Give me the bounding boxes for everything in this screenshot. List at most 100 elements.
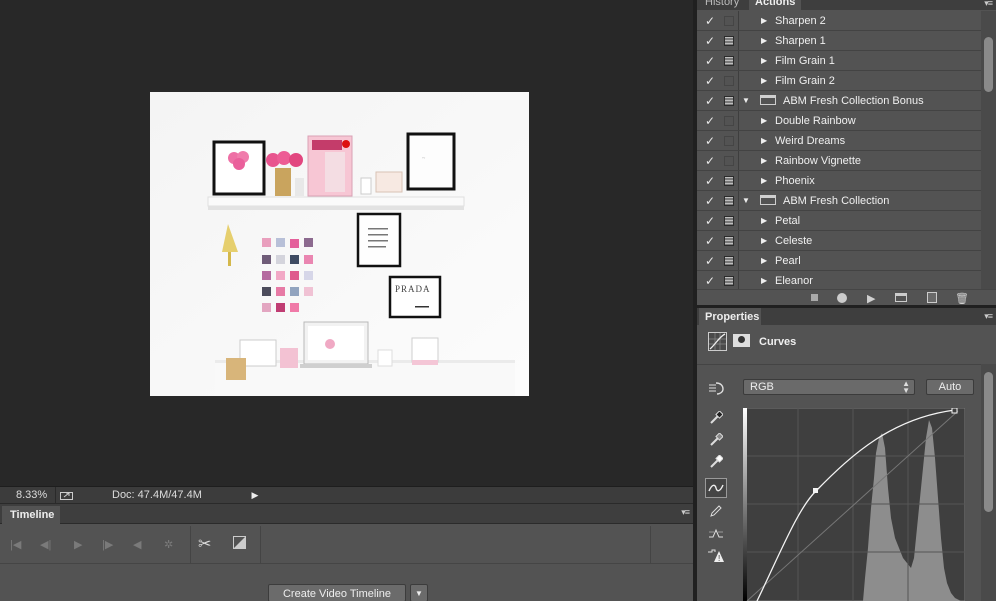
action-name-cell[interactable]: ▼ ABM Fresh Collection Bonus	[738, 91, 977, 110]
toggle-check-icon[interactable]: ✓	[705, 194, 715, 208]
action-row[interactable]: ✓ ▶ Rainbow Vignette	[697, 151, 981, 171]
new-action-icon[interactable]	[927, 292, 937, 303]
tab-timeline[interactable]: Timeline	[2, 506, 60, 524]
collapse-triangle-icon[interactable]: ▶	[761, 236, 767, 245]
curves-adjustment-icon[interactable]	[708, 332, 727, 351]
action-name-cell[interactable]: ▶ Rainbow Vignette	[738, 151, 977, 170]
transition-icon[interactable]	[233, 536, 246, 552]
panel-menu-icon[interactable]: ▾≡	[984, 0, 993, 9]
toggle-check-icon[interactable]: ✓	[705, 74, 715, 88]
layer-mask-icon[interactable]	[733, 334, 750, 347]
timeline-type-dropdown-icon[interactable]: ▼	[410, 584, 428, 601]
zoom-level[interactable]: 8.33%	[0, 486, 56, 504]
toggle-check-icon[interactable]: ✓	[705, 254, 715, 268]
toggle-check-icon[interactable]: ✓	[705, 34, 715, 48]
record-icon[interactable]	[837, 293, 847, 303]
collapse-triangle-icon[interactable]: ▶	[761, 176, 767, 185]
next-frame-icon[interactable]: |▶	[102, 538, 113, 551]
go-first-frame-icon[interactable]: |◀	[10, 538, 21, 551]
dialog-toggle-icon[interactable]	[724, 36, 734, 46]
collapse-triangle-icon[interactable]: ▶	[761, 36, 767, 45]
dialog-toggle-icon[interactable]	[724, 256, 734, 266]
scroll-thumb[interactable]	[984, 37, 993, 92]
action-name-cell[interactable]: ▶ Phoenix	[738, 171, 977, 190]
tab-actions[interactable]: Actions	[749, 0, 802, 10]
action-name-cell[interactable]: ▶ Film Grain 2	[738, 71, 977, 90]
action-name-cell[interactable]: ▶ Petal	[738, 211, 977, 230]
pencil-icon[interactable]	[705, 501, 727, 521]
play-icon[interactable]: ▶	[867, 292, 875, 305]
toggle-check-icon[interactable]: ✓	[705, 14, 715, 28]
toggle-check-icon[interactable]: ✓	[705, 154, 715, 168]
new-set-icon[interactable]	[895, 293, 907, 302]
dialog-toggle-icon[interactable]	[724, 276, 734, 286]
dialog-toggle-icon[interactable]	[724, 136, 734, 146]
dialog-toggle-icon[interactable]	[724, 56, 734, 66]
create-video-timeline-button[interactable]: Create Video Timeline	[268, 584, 406, 601]
gray-point-eyedropper-icon[interactable]	[705, 430, 727, 450]
trash-icon[interactable]: 🗑	[955, 292, 969, 305]
action-row[interactable]: ✓ ▶ Sharpen 1	[697, 31, 981, 51]
action-row[interactable]: ✓ ▶ Film Grain 1	[697, 51, 981, 71]
previous-frame-icon[interactable]: ◀|	[40, 538, 51, 551]
action-row[interactable]: ✓ ▶ Weird Dreams	[697, 131, 981, 151]
toggle-check-icon[interactable]: ✓	[705, 134, 715, 148]
play-icon[interactable]: ▶	[74, 538, 82, 551]
dialog-toggle-icon[interactable]	[724, 196, 734, 206]
stop-icon[interactable]	[811, 294, 818, 301]
action-name-cell[interactable]: ▶ Weird Dreams	[738, 131, 977, 150]
action-row[interactable]: ✓ ▶ Celeste	[697, 231, 981, 251]
smooth-icon[interactable]	[705, 523, 727, 543]
action-name-cell[interactable]: ▶ Eleanor	[738, 271, 977, 290]
action-name-cell[interactable]: ▶ Sharpen 1	[738, 31, 977, 50]
action-row[interactable]: ✓ ▶ Phoenix	[697, 171, 981, 191]
action-set-row[interactable]: ✓ ▼ ABM Fresh Collection	[697, 191, 981, 211]
dialog-toggle-icon[interactable]	[724, 156, 734, 166]
action-name-cell[interactable]: ▶ Sharpen 2	[738, 11, 977, 30]
curves-graph[interactable]	[743, 408, 965, 601]
audio-icon[interactable]: ◀	[133, 538, 141, 551]
collapse-triangle-icon[interactable]: ▶	[761, 256, 767, 265]
collapse-triangle-icon[interactable]: ▶	[761, 116, 767, 125]
action-row[interactable]: ✓ ▶ Petal	[697, 211, 981, 231]
collapse-triangle-icon[interactable]: ▶	[761, 136, 767, 145]
clipping-warning-icon[interactable]: !	[705, 546, 727, 566]
action-name-cell[interactable]: ▶ Double Rainbow	[738, 111, 977, 130]
share-icon[interactable]	[56, 487, 76, 504]
collapse-triangle-icon[interactable]: ▶	[761, 156, 767, 165]
collapse-triangle-icon[interactable]: ▶	[761, 76, 767, 85]
white-point-eyedropper-icon[interactable]	[705, 452, 727, 472]
collapse-triangle-icon[interactable]: ▶	[761, 276, 767, 285]
action-row[interactable]: ✓ ▶ Sharpen 2	[697, 11, 981, 31]
expand-triangle-icon[interactable]: ▼	[742, 196, 750, 205]
dialog-toggle-icon[interactable]	[724, 16, 734, 26]
collapse-triangle-icon[interactable]: ▶	[761, 16, 767, 25]
action-name-cell[interactable]: ▶ Celeste	[738, 231, 977, 250]
toggle-check-icon[interactable]: ✓	[705, 114, 715, 128]
toggle-check-icon[interactable]: ✓	[705, 174, 715, 188]
dialog-toggle-icon[interactable]	[724, 116, 734, 126]
panel-menu-icon[interactable]: ▾≡	[984, 311, 993, 322]
channel-select[interactable]: RGB ▲ ▼	[743, 379, 915, 395]
expand-triangle-icon[interactable]: ▼	[742, 96, 750, 105]
actions-scrollbar[interactable]	[981, 11, 996, 289]
dialog-toggle-icon[interactable]	[724, 216, 734, 226]
action-set-row[interactable]: ✓ ▼ ABM Fresh Collection Bonus	[697, 91, 981, 111]
action-row[interactable]: ✓ ▶ Film Grain 2	[697, 71, 981, 91]
settings-gear-icon[interactable]: ✲	[164, 538, 173, 551]
panel-menu-icon[interactable]: ▾≡	[681, 507, 690, 518]
tab-properties[interactable]: Properties	[699, 308, 761, 325]
action-row[interactable]: ✓ ▶ Eleanor	[697, 271, 981, 291]
black-point-eyedropper-icon[interactable]	[705, 408, 727, 428]
document-canvas-area[interactable]: ~ PRADA	[0, 0, 693, 486]
action-row[interactable]: ✓ ▶ Double Rainbow	[697, 111, 981, 131]
collapse-triangle-icon[interactable]: ▶	[761, 216, 767, 225]
collapse-triangle-icon[interactable]: ▶	[761, 56, 767, 65]
document-image[interactable]: ~ PRADA	[150, 92, 529, 396]
tab-history[interactable]: History	[699, 0, 745, 10]
scroll-thumb[interactable]	[984, 372, 993, 512]
action-name-cell[interactable]: ▶ Pearl	[738, 251, 977, 270]
toggle-check-icon[interactable]: ✓	[705, 94, 715, 108]
toggle-check-icon[interactable]: ✓	[705, 54, 715, 68]
toggle-check-icon[interactable]: ✓	[705, 274, 715, 288]
